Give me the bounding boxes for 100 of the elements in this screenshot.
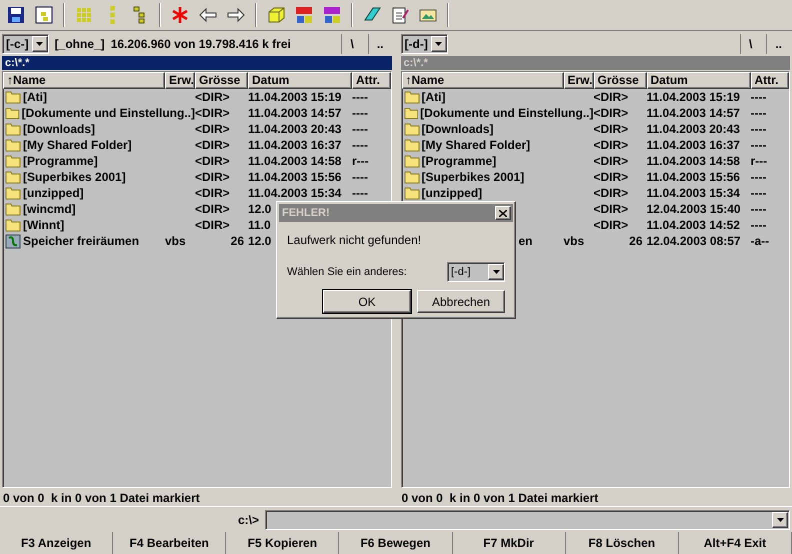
folder-icon — [5, 154, 21, 168]
file-attributes: r--- — [352, 154, 369, 168]
file-date: 11.04.2003 16:37 — [248, 138, 342, 152]
file-date: 12.04.2003 08:57 — [646, 234, 741, 248]
file-name: [Downloads] — [23, 122, 95, 136]
file-date: 11.04.2003 15:34 — [646, 186, 740, 200]
status-text: 0 von 0 k in 0 von 1 Datei markiert — [2, 490, 201, 506]
file-attributes: ---- — [750, 106, 766, 120]
file-name: [wincmd] — [23, 202, 76, 216]
column-header[interactable]: Grösse — [594, 72, 646, 89]
file-name: [Ati] — [23, 90, 47, 104]
file-size: <DIR> — [195, 138, 230, 152]
file-size: <DIR> — [195, 218, 230, 232]
file-name: [unzipped] — [422, 186, 482, 200]
file-size: <DIR> — [594, 90, 628, 104]
file-attributes: ---- — [750, 138, 766, 152]
file-attributes: ---- — [750, 186, 766, 200]
file-date: 12.0 — [248, 234, 272, 248]
free-space-text: 16.206.960 von 19.798.416 k frei — [110, 36, 291, 50]
file-size: <DIR> — [594, 122, 628, 136]
file-name: [Dokumente und Einstellung..] — [420, 106, 594, 120]
file-size: <DIR> — [195, 106, 230, 120]
file-attributes: r--- — [750, 154, 768, 168]
file-date: 11.04.2003 14:57 — [248, 106, 342, 120]
column-header[interactable]: Datum — [248, 72, 352, 89]
file-size: <DIR> — [594, 106, 628, 120]
root-button[interactable]: \ — [740, 34, 760, 54]
file-name: en — [518, 234, 533, 248]
folder-icon — [404, 106, 418, 120]
parent-button[interactable]: .. — [766, 34, 790, 54]
column-header[interactable]: Erw. — [564, 72, 594, 89]
file-date: 11.04.2003 14:58 — [646, 154, 740, 168]
file-attributes: ---- — [352, 90, 368, 104]
file-name: [Downloads] — [422, 122, 494, 136]
folder-icon — [5, 106, 20, 120]
script-icon — [5, 234, 21, 248]
file-size: <DIR> — [594, 202, 628, 216]
drive-dropdown[interactable]: [-d-] — [447, 262, 505, 282]
file-name: [unzipped] — [23, 186, 84, 200]
command-field[interactable] — [265, 510, 790, 530]
dialog-button[interactable]: Abbrechen — [417, 290, 505, 313]
file-attributes: -a-- — [750, 234, 770, 248]
parent-button[interactable]: .. — [368, 34, 392, 54]
file-size: <DIR> — [594, 154, 628, 168]
save-icon — [5, 4, 27, 26]
file-attributes: ---- — [750, 122, 766, 136]
drive-dropdown[interactable]: [-c-] — [2, 34, 49, 54]
caret-icon — [776, 518, 784, 522]
file-size: <DIR> — [594, 170, 628, 184]
file-size: <DIR> — [195, 202, 230, 216]
folder-icon — [5, 138, 21, 152]
file-attributes: ---- — [352, 106, 368, 120]
file-attributes: ---- — [352, 186, 368, 200]
column-header[interactable]: Datum — [646, 72, 750, 89]
column-header[interactable]: Erw. — [165, 72, 195, 89]
folder-icon — [5, 202, 21, 216]
drive-dropdown[interactable]: [-d-] — [400, 34, 448, 54]
file-date: 11.04.2003 14:52 — [646, 218, 740, 232]
caret-icon — [435, 42, 442, 46]
file-date: 11.04.2003 15:19 — [646, 90, 740, 104]
file-extension: vbs — [564, 234, 584, 248]
file-name: [Programme] — [422, 154, 496, 168]
file-size: <DIR> — [195, 170, 230, 184]
column-header[interactable]: Attr. — [750, 72, 789, 89]
file-size: <DIR> — [594, 218, 628, 232]
folder-icon — [5, 218, 21, 232]
file-date: 11.04.2003 14:58 — [248, 154, 342, 168]
file-attributes: ---- — [352, 138, 368, 152]
file-date: 11.04.2003 20:43 — [646, 122, 740, 136]
file-date: 11.0 — [248, 218, 271, 232]
list-icon — [110, 6, 114, 24]
status-text: 0 von 0 k in 0 von 1 Datei markiert — [400, 490, 600, 506]
column-header[interactable]: ↑Name — [402, 72, 564, 89]
folder-icon — [5, 170, 21, 184]
command-prompt: c:\> — [238, 512, 260, 526]
path-bar: c:\*.* — [400, 56, 790, 70]
file-name: [Ati] — [422, 90, 446, 104]
root-button[interactable]: \ — [341, 34, 362, 54]
file-date: 11.04.2003 14:57 — [646, 106, 740, 120]
column-header[interactable]: Attr. — [352, 72, 390, 89]
error-message: Laufwerk nicht gefunden! — [287, 233, 422, 247]
folder-icon — [5, 186, 21, 200]
file-attributes: ---- — [750, 202, 766, 216]
folder-icon — [5, 122, 21, 136]
file-date: 12.0 — [248, 202, 272, 216]
file-name: [Superbikes 2001] — [23, 170, 126, 184]
file-date: 11.04.2003 16:37 — [646, 138, 740, 152]
file-name: [Winnt] — [23, 218, 64, 232]
file-size: <DIR> — [195, 186, 230, 200]
file-attributes: ---- — [750, 218, 766, 232]
close-button[interactable] — [495, 206, 511, 220]
dialog-title: FEHLER! — [282, 207, 330, 219]
path-bar: c:\*.* — [2, 56, 392, 70]
file-attributes: ---- — [750, 90, 766, 104]
file-date: 11.04.2003 15:56 — [646, 170, 740, 184]
column-header[interactable]: ↑Name — [3, 72, 165, 89]
file-size: <DIR> — [594, 138, 628, 152]
folder-icon — [404, 138, 420, 152]
column-header[interactable]: Grösse — [195, 72, 248, 89]
dialog-button[interactable]: OK — [323, 290, 411, 313]
